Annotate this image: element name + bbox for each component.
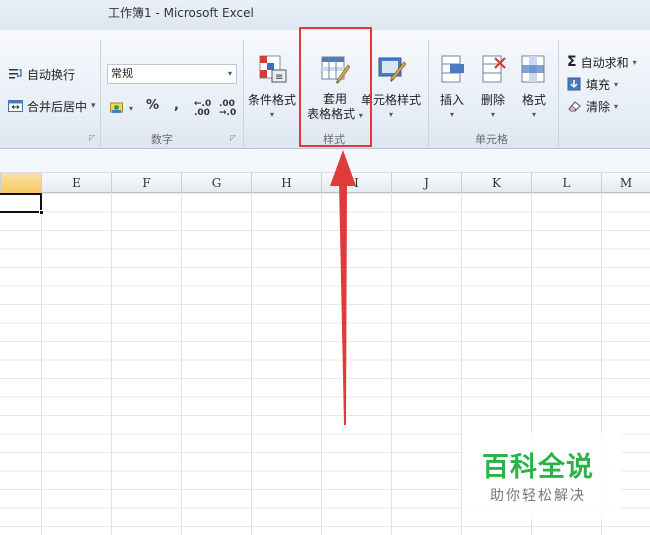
- cell-styles-label: 单元格样式: [361, 93, 422, 107]
- column-header-k[interactable]: K: [461, 173, 531, 193]
- number-dialog-launcher-icon[interactable]: ◸: [230, 133, 236, 142]
- watermark-badge: 百科全说 助你轻松解决: [462, 433, 622, 519]
- wrap-text-button[interactable]: 自动换行: [8, 64, 75, 84]
- clear-button[interactable]: 清除 ▾: [567, 96, 618, 116]
- column-header-e[interactable]: E: [41, 173, 111, 193]
- alignment-dialog-launcher-icon[interactable]: ◸: [89, 133, 95, 142]
- column-header-i[interactable]: I: [321, 173, 391, 193]
- accounting-format-button[interactable]: ▾: [110, 98, 133, 118]
- autosum-label: 自动求和: [580, 55, 629, 70]
- merge-dropdown-arrow[interactable]: ▾: [91, 101, 96, 111]
- chevron-down-icon: ▾: [388, 110, 393, 119]
- chevron-down-icon: ▾: [129, 103, 134, 113]
- accounting-icon: [110, 102, 123, 113]
- number-format-select[interactable]: 常规 ▾: [107, 64, 237, 84]
- eraser-icon: [568, 101, 581, 112]
- styles-group-label: 样式: [323, 133, 345, 146]
- number-group-label: 数字: [151, 133, 173, 146]
- active-cell[interactable]: [0, 193, 44, 215]
- ribbon-home: 自动换行 合并后居中 ▾ ◸ 常规 ▾ ▾ % , ←.0 .00 .00 →.…: [0, 30, 650, 149]
- column-header-j[interactable]: J: [391, 173, 461, 193]
- delete-cells-button[interactable]: 删除 ▾: [475, 54, 511, 120]
- fill-button[interactable]: 填充 ▾: [567, 74, 618, 94]
- sigma-icon: Σ: [567, 54, 577, 70]
- column-header-h[interactable]: H: [251, 173, 321, 193]
- conditional-formatting-button[interactable]: ≡ 条件格式 ▾: [248, 54, 296, 120]
- chevron-down-icon: ▾: [614, 101, 619, 111]
- chevron-down-icon: ▾: [449, 110, 454, 119]
- column-headers: E F G H I J K L M: [0, 173, 650, 193]
- conditional-formatting-label: 条件格式: [248, 93, 297, 107]
- format-as-table-label: 表格格式: [307, 107, 356, 121]
- chevron-down-icon: ▾: [490, 110, 495, 119]
- chevron-down-icon: ▾: [632, 57, 637, 67]
- fill-handle[interactable]: [39, 210, 44, 215]
- increase-decimal-button[interactable]: ←.0 .00: [194, 100, 216, 118]
- column-header-selected[interactable]: [0, 173, 41, 193]
- comma-style-button[interactable]: ,: [174, 98, 179, 113]
- chevron-down-icon: ▾: [269, 110, 274, 119]
- wrap-text-icon: [9, 69, 22, 79]
- fill-label: 填充: [586, 77, 611, 92]
- conditional-formatting-icon: ≡: [259, 55, 287, 83]
- fill-down-icon: [567, 77, 581, 91]
- insert-cells-icon: [441, 55, 464, 83]
- percent-button[interactable]: %: [146, 98, 159, 113]
- format-cells-icon: [521, 55, 545, 83]
- insert-cells-label: 插入: [439, 93, 464, 107]
- format-cells-label: 格式: [521, 93, 546, 107]
- column-header-g[interactable]: G: [181, 173, 251, 193]
- format-as-table-label-line2: 表格格式 ▾: [300, 107, 370, 123]
- group-separator: [428, 40, 429, 148]
- cell-styles-icon: [378, 57, 407, 82]
- group-separator: [100, 40, 101, 148]
- window-title: 工作簿1 - Microsoft Excel: [108, 6, 254, 20]
- wrap-text-label: 自动换行: [27, 67, 76, 82]
- watermark-subtitle: 助你轻松解决: [490, 488, 586, 504]
- merge-center-button[interactable]: 合并后居中 ▾: [8, 96, 96, 116]
- number-format-value: 常规: [111, 67, 133, 80]
- svg-text:≡: ≡: [275, 72, 283, 83]
- delete-cells-icon: [482, 55, 506, 83]
- formula-bar-area: [0, 149, 650, 173]
- cells-group-label: 单元格: [475, 133, 508, 146]
- group-separator: [243, 40, 244, 148]
- column-header-f[interactable]: F: [111, 173, 181, 193]
- merge-center-icon: [8, 100, 23, 112]
- format-cells-button[interactable]: 格式 ▾: [516, 54, 552, 120]
- chevron-down-icon: ▾: [614, 79, 619, 89]
- chevron-down-icon: ▾: [227, 69, 232, 78]
- watermark-title: 百科全说: [482, 452, 594, 483]
- clear-label: 清除: [586, 99, 611, 114]
- insert-cells-button[interactable]: 插入 ▾: [434, 54, 470, 120]
- column-header-l[interactable]: L: [531, 173, 601, 193]
- autosum-button[interactable]: Σ 自动求和 ▾: [567, 52, 637, 72]
- title-bar: 工作簿1 - Microsoft Excel: [0, 0, 650, 30]
- merge-center-label: 合并后居中: [27, 99, 88, 114]
- format-as-table-label-line1: 套用: [322, 92, 347, 106]
- format-as-table-button[interactable]: 套用 表格格式 ▾: [300, 54, 370, 123]
- chevron-down-icon: ▾: [531, 110, 536, 119]
- format-as-table-icon: [321, 56, 351, 84]
- column-header-m[interactable]: M: [601, 173, 650, 193]
- decrease-decimal-button[interactable]: .00 →.0: [219, 100, 241, 118]
- group-separator: [558, 40, 559, 148]
- cell-styles-button[interactable]: 单元格样式 ▾: [361, 54, 421, 120]
- delete-cells-label: 删除: [480, 93, 505, 107]
